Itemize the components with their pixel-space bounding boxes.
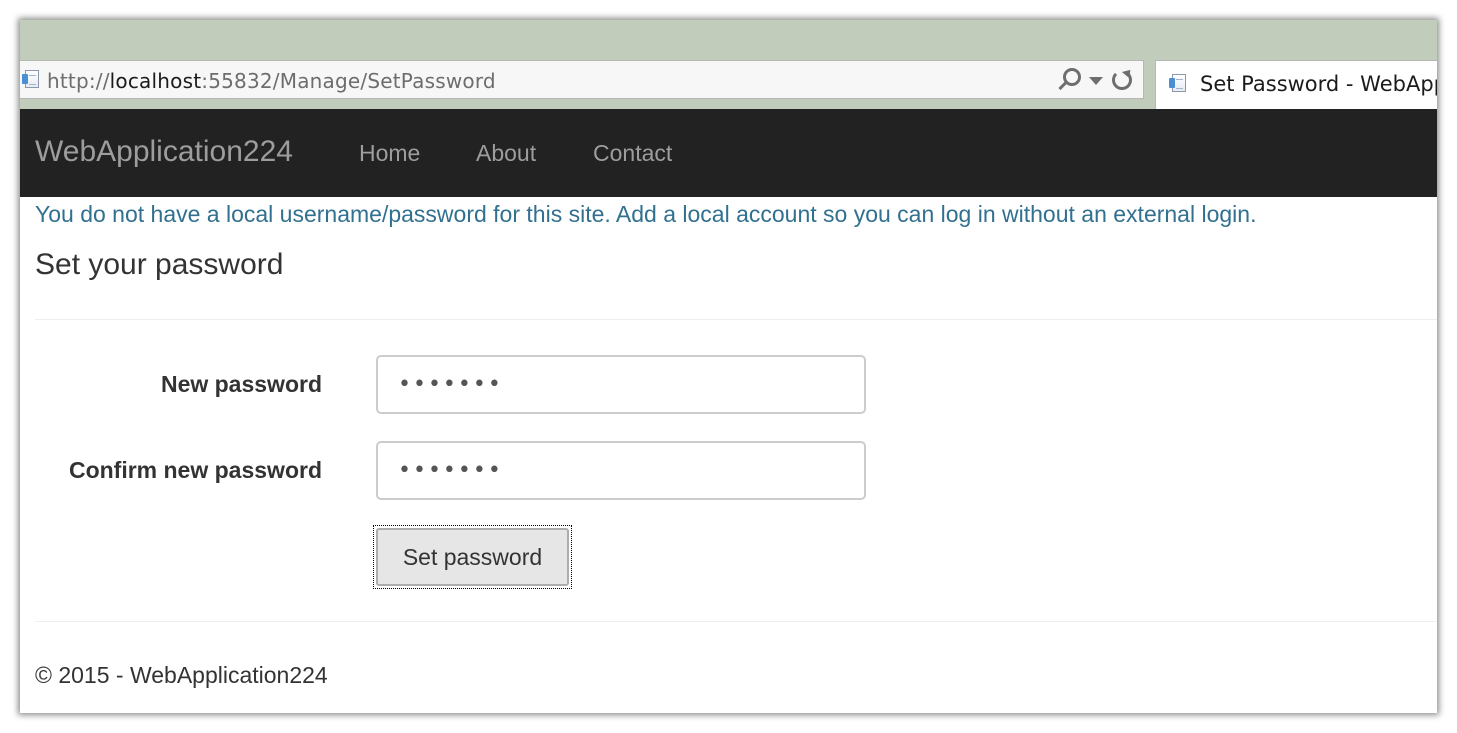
divider xyxy=(35,319,1437,320)
url-prefix: http:// xyxy=(47,69,110,93)
confirm-password-label: Confirm new password xyxy=(68,457,322,483)
nav-about-link[interactable]: About xyxy=(476,140,536,167)
browser-window: http://localhost:55832/Manage/SetPasswor… xyxy=(20,20,1437,713)
url-path: :55832/Manage/SetPassword xyxy=(201,69,496,93)
confirm-password-input[interactable] xyxy=(376,441,866,500)
info-message: You do not have a local username/passwor… xyxy=(35,201,1257,227)
browser-title-bar xyxy=(20,20,1437,58)
url-host: localhost xyxy=(109,69,202,93)
nav-contact-link[interactable]: Contact xyxy=(593,140,672,167)
tab-title: Set Password - WebApplication224 xyxy=(1200,72,1437,96)
set-password-button[interactable]: Set password xyxy=(376,528,569,586)
browser-tab[interactable]: Set Password - WebApplication224 xyxy=(1155,60,1437,110)
search-icon[interactable] xyxy=(1055,67,1081,93)
brand-link[interactable]: WebApplication224 xyxy=(35,135,293,169)
footer-divider xyxy=(35,621,1437,622)
browser-toolbar: http://localhost:55832/Manage/SetPasswor… xyxy=(20,58,1437,110)
new-password-input[interactable] xyxy=(376,355,866,414)
new-password-label: New password xyxy=(160,371,322,397)
nav-home-link[interactable]: Home xyxy=(359,140,420,167)
page-icon xyxy=(22,70,39,88)
navbar: WebApplication224 Home About Contact xyxy=(20,109,1437,197)
refresh-icon[interactable] xyxy=(1111,69,1133,91)
tab-page-icon xyxy=(1169,74,1186,92)
footer-copyright: © 2015 - WebApplication224 xyxy=(35,662,328,688)
address-bar-tools xyxy=(1055,67,1133,93)
page-title: Set your password xyxy=(35,248,284,281)
address-bar[interactable]: http://localhost:55832/Manage/SetPasswor… xyxy=(20,60,1144,99)
url-text[interactable]: http://localhost:55832/Manage/SetPasswor… xyxy=(47,69,496,93)
dropdown-arrow-icon[interactable] xyxy=(1089,77,1103,85)
